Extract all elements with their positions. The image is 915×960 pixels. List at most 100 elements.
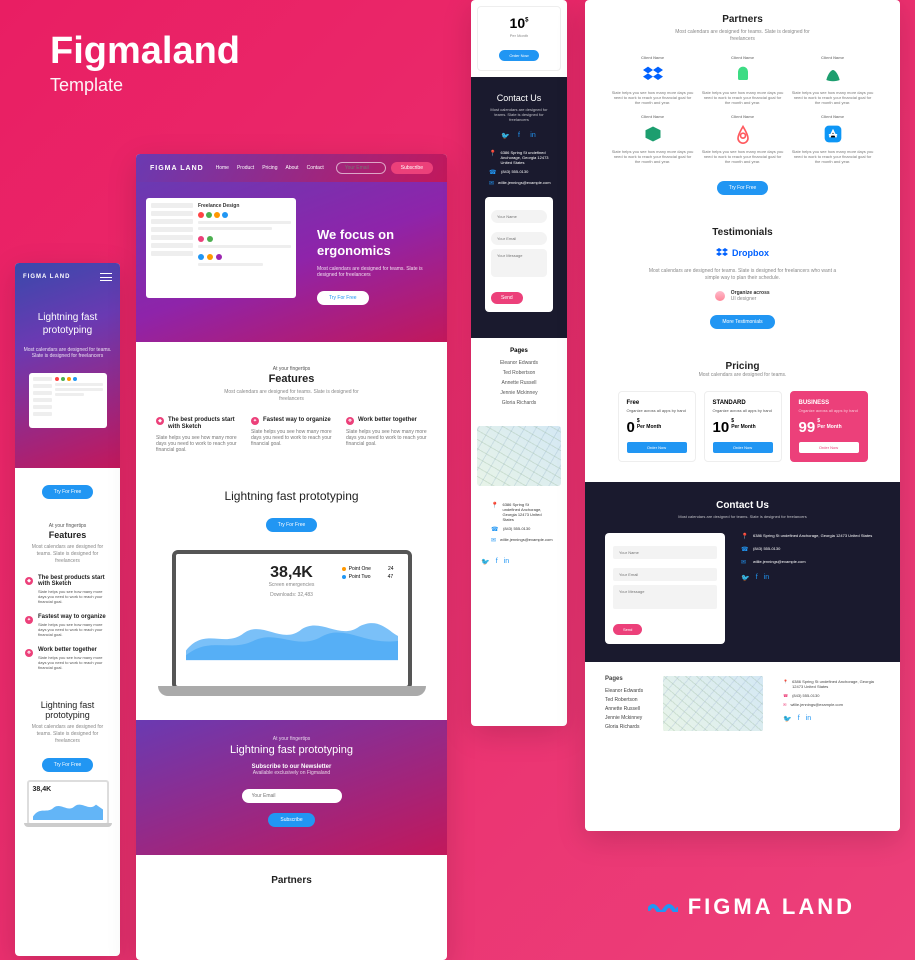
location-icon: 📍: [491, 502, 498, 509]
email-input[interactable]: [336, 162, 386, 174]
plan-name: Free: [627, 400, 687, 406]
linkedin-icon[interactable]: in: [529, 132, 537, 140]
phone-text: (843) 555-0130: [501, 169, 528, 174]
partner-name: Client Name: [702, 55, 784, 60]
brand-label: Dropbox: [732, 248, 769, 258]
subscribe-button[interactable]: Subscribe: [391, 162, 433, 174]
order-button[interactable]: Order Now: [799, 442, 859, 453]
mockup-title: Freelance Design: [198, 203, 291, 209]
twitter-icon[interactable]: 🐦: [783, 715, 792, 723]
hamburger-icon[interactable]: [100, 273, 112, 281]
page-link[interactable]: Jennie Mckinney: [481, 390, 557, 396]
map-widget[interactable]: [477, 426, 561, 486]
send-button[interactable]: Send: [613, 624, 642, 635]
linkedin-icon[interactable]: in: [806, 715, 811, 723]
legend-label: Point One: [349, 566, 371, 572]
email-input[interactable]: [491, 232, 547, 245]
brand-logo: FIGMA LAND: [648, 894, 855, 920]
app-mockup: Freelance Design: [146, 198, 296, 298]
page-subtitle: Template: [50, 75, 240, 96]
navbar: FIGMA LAND Home Product Pricing About Co…: [136, 154, 447, 182]
order-button[interactable]: Order Now: [499, 50, 538, 61]
price-currency: $: [525, 18, 528, 24]
partner-item: Client NameSlate helps you see how many …: [792, 114, 874, 165]
feature-title: Work better together: [38, 647, 110, 653]
send-button[interactable]: Send: [491, 292, 523, 304]
footer-map[interactable]: [663, 676, 763, 731]
laptop-mockup: 38,4K: [27, 780, 109, 825]
address-text: 6386 Spring St undefined Anchorage, Geor…: [792, 679, 880, 689]
partners-subtitle: Most calendars are designed for teams. S…: [668, 29, 818, 43]
partner-name: Client Name: [612, 114, 694, 119]
proto-subtitle: Most calendars are designed for teams. S…: [29, 724, 106, 745]
try-free-button[interactable]: Try For Free: [42, 485, 94, 499]
nav-link[interactable]: About: [286, 165, 299, 171]
order-button[interactable]: Order Now: [713, 442, 773, 453]
page-link[interactable]: Annette Russell: [481, 380, 557, 386]
page-link[interactable]: Ted Robertson: [481, 370, 557, 376]
footer-link[interactable]: Jennie Mckinney: [605, 715, 643, 721]
try-free-button[interactable]: Try For Free: [717, 181, 769, 195]
partners-title: Partners: [605, 14, 880, 25]
apiary-icon: [642, 123, 664, 145]
basecamp-icon: [822, 64, 844, 86]
message-input[interactable]: [491, 249, 547, 277]
partner-body: Slate helps you see how many more days y…: [792, 149, 874, 165]
more-testimonials-button[interactable]: More Testimonials: [710, 315, 774, 329]
page-title: Figmaland: [50, 30, 240, 73]
area-chart: [186, 606, 398, 666]
footer-link[interactable]: Ted Robertson: [605, 697, 643, 703]
address-text: 6386 Spring St undefined Anchorage, Geor…: [753, 533, 872, 538]
linkedin-icon[interactable]: in: [764, 574, 769, 582]
email-icon: ✉: [741, 559, 749, 566]
twitter-icon[interactable]: 🐦: [501, 132, 509, 140]
page-link[interactable]: Gloria Richards: [481, 400, 557, 406]
name-input[interactable]: [491, 210, 547, 223]
partner-body: Slate helps you see how many more days y…: [612, 149, 694, 165]
facebook-icon[interactable]: f: [756, 574, 758, 582]
page-link[interactable]: Eleanor Edwards: [481, 360, 557, 366]
proto-title: Lightning fast prototyping: [23, 700, 112, 720]
legend-value: 24: [388, 566, 394, 572]
organize-icon: ✦: [251, 417, 259, 425]
try-free-button[interactable]: Try For Free: [317, 291, 369, 305]
try-free-button[interactable]: Try For Free: [266, 518, 318, 532]
email-icon: ✉: [491, 537, 496, 544]
android-icon: [732, 64, 754, 86]
name-input[interactable]: [613, 546, 717, 559]
twitter-icon[interactable]: 🐦: [741, 574, 750, 582]
footer-socials: 🐦 f in: [471, 554, 567, 576]
pages-section: Pages Eleanor Edwards Ted Robertson Anne…: [471, 338, 567, 420]
nav-link[interactable]: Contact: [307, 165, 324, 171]
order-button[interactable]: Order Now: [627, 442, 687, 453]
try-free-button[interactable]: Try For Free: [42, 758, 94, 772]
appstore-icon: [822, 123, 844, 145]
footer-link[interactable]: Eleanor Edwards: [605, 688, 643, 694]
nav-link[interactable]: Pricing: [262, 165, 277, 171]
facebook-icon[interactable]: f: [515, 132, 523, 140]
facebook-icon[interactable]: f: [798, 715, 800, 723]
email-input[interactable]: [613, 568, 717, 581]
message-input[interactable]: [613, 585, 717, 609]
newsletter-email-input[interactable]: [242, 789, 342, 803]
airbnb-icon: [732, 123, 754, 145]
nav-links: Home Product Pricing About Contact: [216, 165, 324, 171]
footer-link[interactable]: Gloria Richards: [605, 724, 643, 730]
pricing-subtitle: Most calendars are designed for teams.: [595, 372, 890, 379]
testimonials-section: Testimonials Dropbox Most calendars are …: [585, 209, 900, 347]
nav-link[interactable]: Product: [237, 165, 254, 171]
footer-link[interactable]: Annette Russell: [605, 706, 643, 712]
author-role: UI designer: [731, 296, 757, 302]
newsletter-subscribe-button[interactable]: Subscribe: [268, 813, 314, 827]
newsletter-title: Lightning fast prototyping: [156, 744, 427, 756]
preview-desktop-secondary: Partners Most calendars are designed for…: [585, 0, 900, 831]
twitter-icon[interactable]: 🐦: [481, 558, 490, 566]
nav-link[interactable]: Home: [216, 165, 229, 171]
proto-title: Lightning fast prototyping: [136, 489, 447, 503]
linkedin-icon[interactable]: in: [504, 558, 509, 566]
facebook-icon[interactable]: f: [496, 558, 498, 566]
laptop-mockup: 38,4K Screen emergencies Point One24 Poi…: [172, 550, 412, 690]
feature-item: ◆The best products start with SketchSlat…: [156, 417, 237, 453]
feature-title: Work better together: [358, 417, 417, 424]
feature-item: ❖Work better togetherSlate helps you see…: [25, 647, 110, 670]
